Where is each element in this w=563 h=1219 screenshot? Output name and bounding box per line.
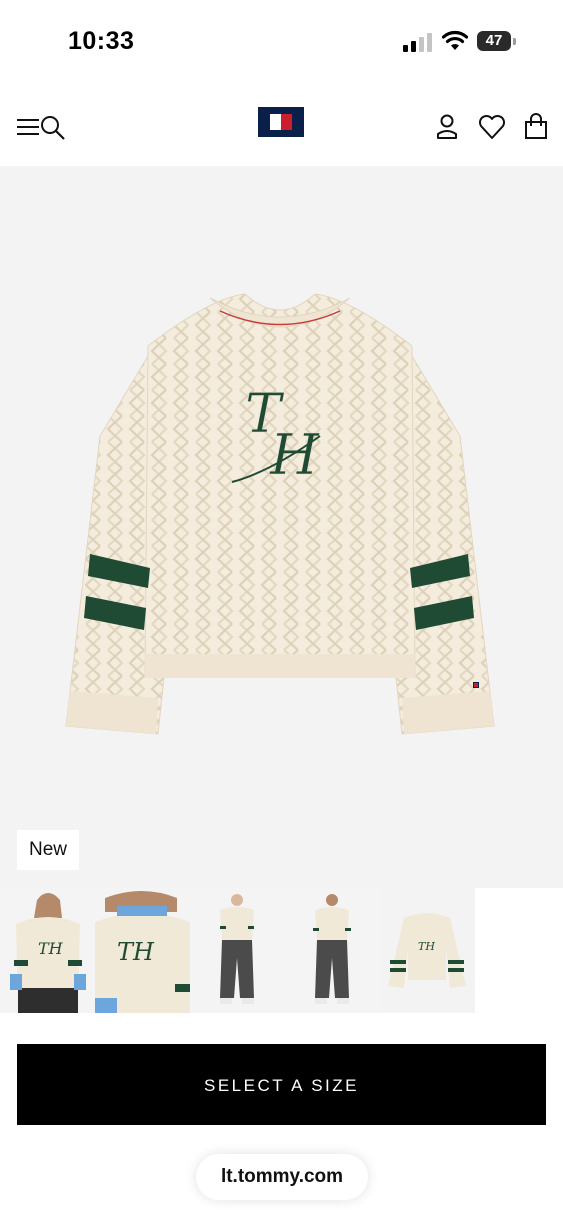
top-nav [0, 98, 563, 162]
status-bar: 10:33 47 [0, 0, 563, 84]
thumbnail-product-flat[interactable]: TH [380, 888, 475, 1013]
battery-tip [513, 38, 516, 45]
bag-icon[interactable] [521, 112, 551, 142]
battery-percent: 47 [477, 31, 511, 51]
svg-text:TH: TH [418, 940, 435, 953]
cellular-signal-icon [403, 33, 432, 52]
account-icon[interactable] [432, 112, 462, 142]
battery-indicator: 47 [477, 31, 517, 53]
clock: 10:33 [68, 27, 135, 55]
thumbnail-model-full-front[interactable] [190, 888, 285, 1013]
svg-text:TH: TH [38, 939, 64, 958]
thumbnail-model-closeup[interactable]: TH [95, 888, 190, 1013]
thumbnail-strip: TH TH TH [0, 888, 563, 1013]
brand-logo[interactable] [258, 107, 304, 137]
product-image-main[interactable]: T H New [0, 166, 563, 888]
wifi-icon [442, 30, 468, 50]
svg-text:H: H [269, 423, 320, 488]
sweater-image: T H [65, 293, 495, 735]
browser-url-pill[interactable]: lt.tommy.com [196, 1154, 368, 1200]
select-size-button[interactable]: SELECT A SIZE [17, 1044, 546, 1125]
new-badge: New [17, 830, 80, 870]
thumbnail-model-front[interactable]: TH [0, 888, 95, 1013]
thumbnail-model-full-back[interactable] [285, 888, 380, 1013]
heart-icon[interactable] [477, 112, 507, 142]
search-icon[interactable] [38, 112, 68, 142]
svg-text:TH: TH [117, 938, 155, 966]
